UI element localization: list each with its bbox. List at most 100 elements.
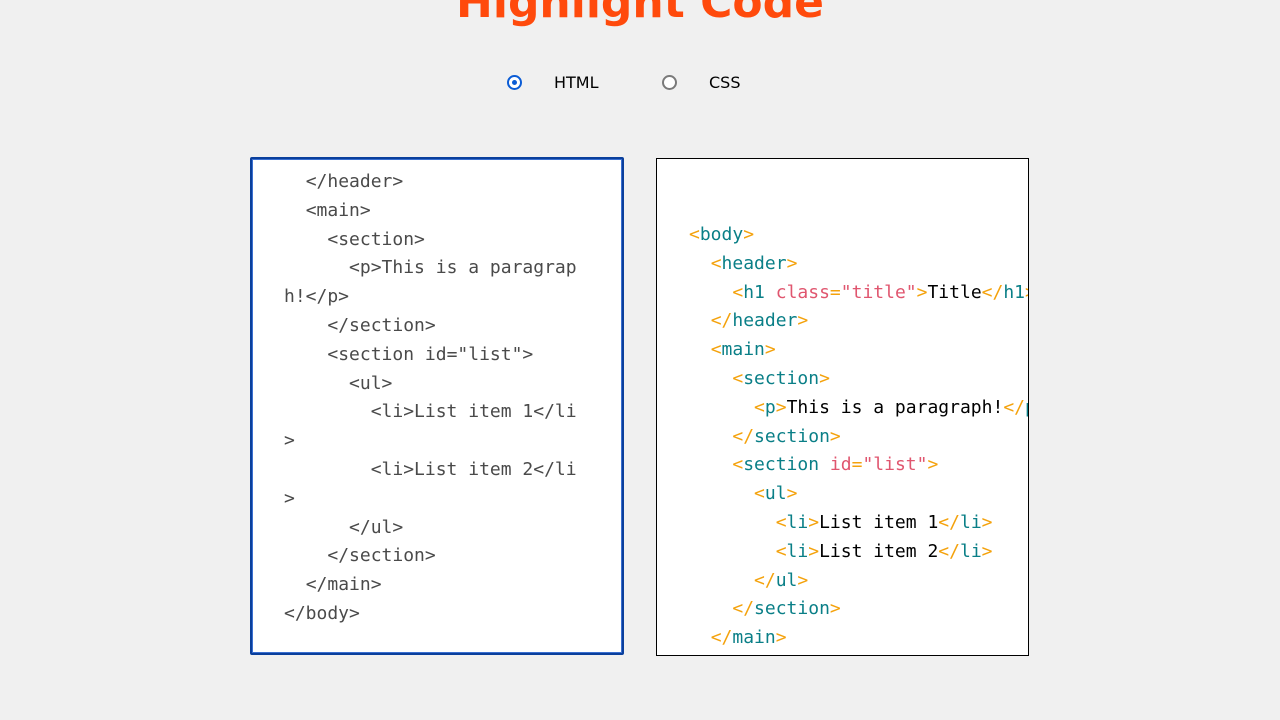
code-line: <ul>	[689, 480, 1028, 509]
code-token-tag: ul	[764, 483, 787, 505]
code-token-tag: li	[786, 511, 809, 533]
code-line: <p>This is a paragraph!</p>	[689, 394, 1028, 423]
code-line: </section>	[689, 423, 1028, 452]
code-token-punct: </	[732, 598, 755, 620]
language-radio-group: HTML CSS	[0, 70, 1280, 94]
code-token-punct: >	[743, 224, 755, 245]
page-title: Highlight Code	[456, 0, 824, 28]
code-token-punct: >	[797, 310, 809, 332]
code-token-punct: >	[775, 396, 787, 418]
code-token-text: This is a paragraph!	[786, 396, 1004, 418]
radio-button-html[interactable]	[507, 74, 522, 90]
code-token-val: "title"	[840, 281, 917, 303]
code-line: <main>	[689, 336, 1028, 365]
code-token-punct: >	[786, 252, 798, 274]
highlighted-code-preview: <body> <header> <h1 class="title">Title<…	[656, 158, 1029, 656]
code-token-punct: >	[797, 569, 809, 591]
code-token-tag: section	[743, 454, 820, 476]
code-token-punct: =	[851, 454, 863, 476]
code-line: <li>List item 2</li>	[689, 538, 1028, 567]
code-line: <h1 class="title">Title</h1>	[689, 279, 1028, 308]
radio-button-css[interactable]	[662, 74, 677, 90]
highlighted-code-block: <body> <header> <h1 class="title">Title<…	[689, 221, 1028, 653]
code-token-punct: >	[981, 511, 993, 533]
code-token-tag: li	[959, 540, 982, 562]
code-line: </main>	[689, 624, 1028, 653]
code-token-punct: <	[775, 511, 787, 533]
radio-label-css[interactable]: CSS	[709, 73, 740, 92]
code-line: <body>	[689, 221, 1028, 250]
code-token-punct: <	[754, 483, 765, 505]
code-editor-content[interactable]: </header> <main> <section> <p>This is a …	[284, 168, 584, 629]
code-line: </section>	[689, 595, 1028, 624]
code-token-punct: <	[732, 454, 744, 476]
code-token-punct: >	[916, 281, 928, 303]
code-token-tag: body	[699, 224, 744, 245]
code-token-punct: <	[732, 367, 744, 389]
code-token-tag: main	[732, 627, 776, 649]
code-token-punct: >	[808, 511, 820, 533]
code-line: <section>	[689, 365, 1028, 394]
code-token-text: List item 1	[819, 511, 939, 533]
radio-option-css[interactable]: CSS	[662, 70, 740, 94]
code-token-tag: ul	[775, 569, 798, 591]
code-token-punct: >	[1025, 282, 1028, 303]
code-token-tag: header	[732, 310, 798, 332]
code-token-punct: <	[775, 540, 787, 562]
radio-label-html[interactable]: HTML	[554, 73, 599, 92]
code-editor-textarea[interactable]: </header> <main> <section> <p>This is a …	[250, 157, 624, 655]
code-token-tag: h1	[1003, 281, 1026, 303]
code-token-punct: >	[829, 425, 841, 447]
code-token-punct: </	[710, 627, 733, 649]
code-token-punct: <	[689, 224, 700, 245]
code-token-punct: </	[981, 281, 1004, 303]
code-token-tag: section	[754, 598, 830, 620]
code-token-tag: li	[959, 511, 982, 533]
code-token-punct: >	[764, 339, 776, 361]
code-token-punct: </	[1003, 396, 1025, 418]
code-token-tag: li	[786, 540, 809, 562]
code-token-punct: =	[829, 281, 841, 303]
code-token-punct: </	[938, 540, 960, 562]
code-token-text: Title	[927, 281, 982, 303]
code-token-tag: main	[721, 339, 765, 361]
code-token-punct: <	[754, 396, 765, 418]
code-token-punct: </	[732, 425, 755, 447]
code-token-punct: >	[808, 540, 820, 562]
code-token-tag: p	[1025, 397, 1028, 418]
code-token-punct: >	[775, 627, 787, 649]
code-token-text: List item 2	[819, 540, 939, 562]
radio-option-html[interactable]: HTML	[507, 70, 599, 94]
code-token-attr: class	[775, 281, 830, 303]
code-line: </ul>	[689, 567, 1028, 596]
code-token-tag: p	[764, 396, 776, 418]
code-token-punct: >	[786, 483, 798, 505]
code-line: <section id="list">	[689, 451, 1028, 480]
code-token-punct: </	[710, 310, 733, 332]
code-token-punct: </	[938, 511, 960, 533]
code-token-tag: section	[743, 367, 820, 389]
code-line: <li>List item 1</li>	[689, 509, 1028, 538]
code-token-punct: </	[754, 569, 776, 591]
code-token-punct: >	[829, 598, 841, 620]
code-token-punct: <	[732, 281, 744, 303]
code-token-tag: section	[754, 425, 830, 447]
code-token-attr: id	[829, 454, 852, 476]
code-token-tag: header	[721, 252, 787, 274]
code-token-punct: <	[710, 339, 722, 361]
